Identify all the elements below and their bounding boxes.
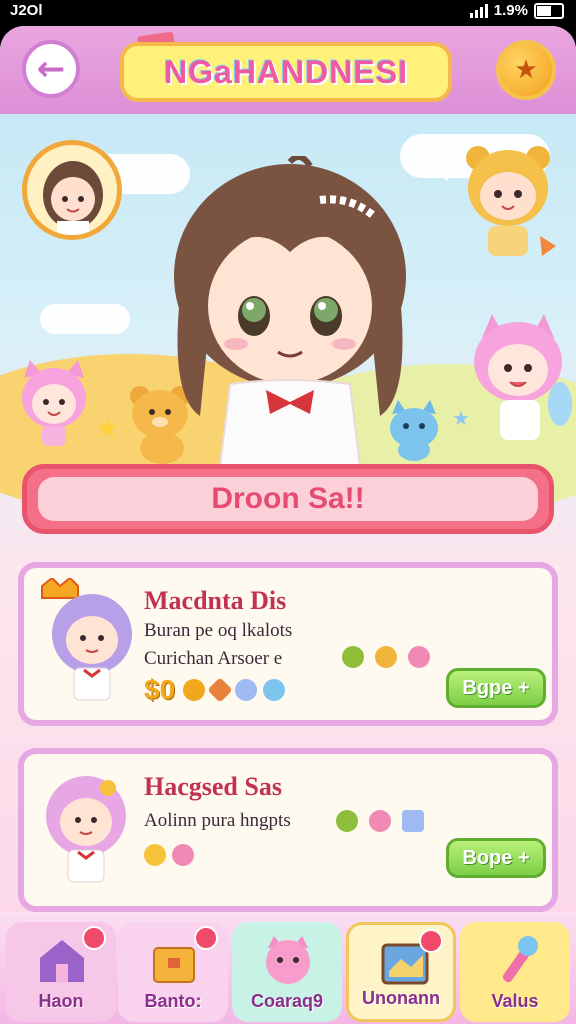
nav-item-bank[interactable]: Banto:: [118, 922, 228, 1022]
sparkle-icon: ✦: [438, 164, 455, 188]
nav-item-home[interactable]: Haon: [6, 922, 116, 1022]
coin-button[interactable]: ★: [496, 40, 556, 100]
buy-button[interactable]: Bope +: [446, 838, 546, 878]
signal-icon: [469, 3, 488, 18]
pink-orb-icon: [172, 844, 194, 866]
orb-item-icon: [369, 810, 392, 832]
star-icon: ★: [96, 414, 120, 444]
nav-item-characters[interactable]: Coaraq9: [232, 922, 342, 1022]
card-item-icon: [402, 810, 425, 832]
amber-gem-icon: [207, 677, 233, 703]
status-time: J2Ol: [10, 2, 43, 19]
nav-label: Coaraq9: [250, 991, 324, 1011]
chest-icon: [153, 947, 195, 983]
top-bar: ← NGaHANDNESI ★: [0, 26, 576, 114]
offer-description: Aolinn pura hngpts: [144, 810, 291, 831]
coin-icon: [144, 844, 166, 866]
notification-badge: [82, 926, 106, 950]
offer-rewards: $0: [144, 674, 291, 706]
nav-label: Unonann: [362, 988, 440, 1008]
offer-card[interactable]: Hacgsed Sas Aolinn pura hngpts Bope +: [18, 748, 558, 912]
cat-girl-character: [474, 314, 572, 440]
back-arrow-icon: ←: [36, 49, 66, 89]
bear-girl-character: [466, 146, 556, 256]
nav-item-map[interactable]: Unonann: [346, 922, 456, 1022]
blue-orb-icon: [235, 679, 258, 701]
offer-items: [336, 810, 430, 832]
game-title: NGaHANDNESI: [120, 42, 452, 102]
nav-label: Valus: [491, 991, 539, 1011]
leaf-item-icon: [342, 646, 364, 668]
offer-description: Curichan Arsoer e: [144, 648, 283, 669]
game-screen: ← NGaHANDNESI ★ ★ ★ ✦ Droon Sa!! Macdnta…: [0, 26, 576, 1024]
wand-icon: [502, 936, 538, 983]
nav-label: Haon: [38, 991, 84, 1011]
cat-face-icon: [266, 936, 310, 984]
offer-price: $0: [144, 674, 176, 705]
coin-icon: [183, 679, 206, 701]
cloud-gem-icon: [263, 679, 286, 701]
buy-button[interactable]: Bgpe +: [446, 668, 546, 708]
offer-character-portrait: [46, 776, 126, 883]
offer-character-portrait: [41, 578, 132, 701]
house-icon: [40, 940, 84, 982]
nav-item-values[interactable]: Valus: [460, 922, 570, 1022]
pink-cat-character: [22, 360, 86, 446]
bottom-nav: Haon Banto: Coaraq9 Unonann Valus: [0, 912, 576, 1024]
status-right: 1.9%: [469, 2, 564, 19]
gold-item-icon: [375, 646, 398, 668]
cloud: [40, 304, 130, 334]
status-bar: J2Ol 1.9%: [0, 0, 576, 22]
battery-percent: 1.9%: [493, 2, 528, 19]
sale-banner-text: Droon Sa!!: [38, 477, 538, 521]
nav-label: Banto:: [144, 991, 202, 1011]
offer-name: Macdnta Dis: [144, 586, 287, 615]
avatar-portrait: [43, 161, 103, 235]
battery-icon: [534, 2, 564, 19]
bag-item-icon: [408, 646, 431, 668]
offer-name: Hacgsed Sas: [144, 772, 282, 801]
sale-banner[interactable]: Droon Sa!!: [22, 464, 554, 534]
offer-description: Buran pe oq lkalots: [144, 620, 293, 641]
offer-rewards: [144, 844, 200, 866]
coin-icon: ★: [514, 55, 538, 85]
offer-items: [342, 646, 436, 668]
offer-card[interactable]: Macdnta Dis Buran pe oq lkalots Curichan…: [18, 562, 558, 726]
back-button[interactable]: ←: [22, 40, 80, 98]
notification-badge: [194, 926, 218, 950]
leaf-item-icon: [336, 810, 358, 832]
notification-badge: [419, 929, 443, 953]
player-avatar[interactable]: [22, 140, 122, 240]
main-character: [174, 156, 406, 467]
